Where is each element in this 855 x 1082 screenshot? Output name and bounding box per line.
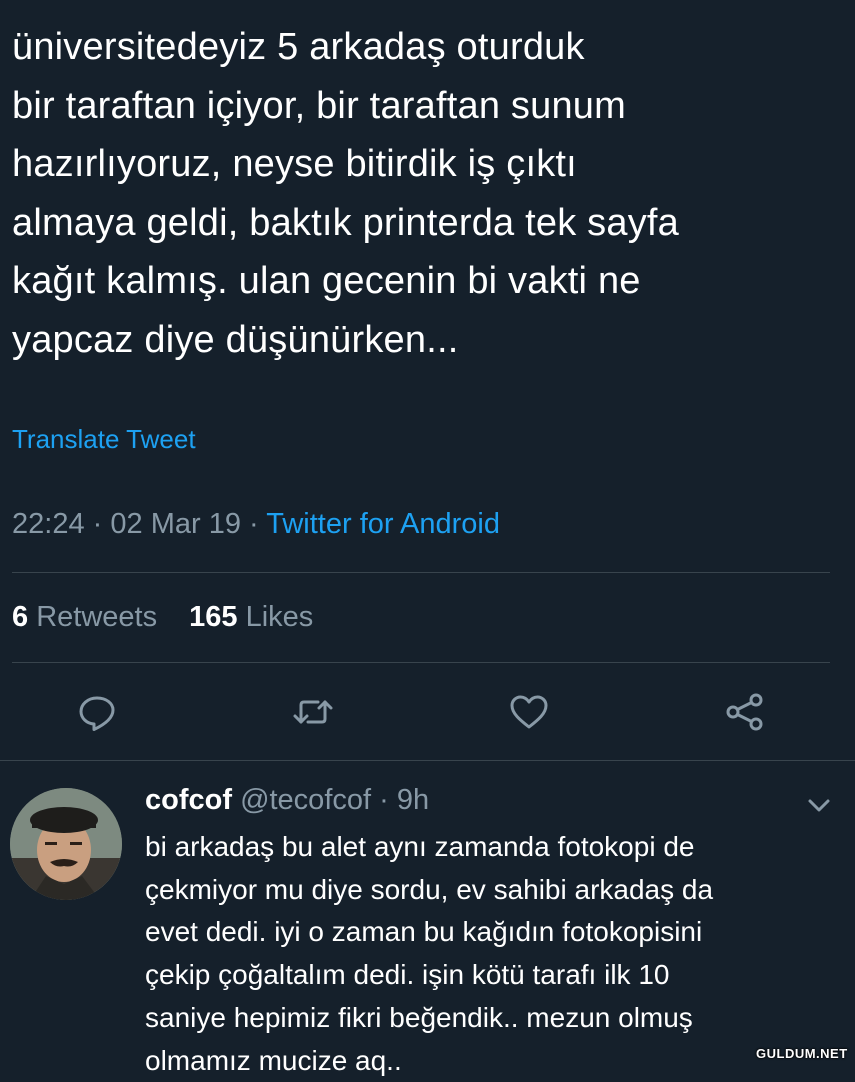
divider [0,760,855,761]
chevron-down-icon [808,799,830,812]
retweet-button[interactable] [291,690,335,734]
reply-time: 9h [396,784,430,816]
translate-tweet-link[interactable]: Translate Tweet [12,424,196,455]
reply-author-name[interactable]: cofcof [145,784,232,816]
reply-button[interactable] [75,690,119,734]
likes-count: 165 [189,601,238,633]
share-icon [726,693,763,731]
tweet-stats: 6 Retweets 165 Likes [12,601,313,634]
reply-separator: · [379,784,389,816]
reply-author-handle[interactable]: @tecofcof [240,784,371,816]
retweet-icon [293,700,333,724]
tweet-date: 02 Mar 19 [110,508,241,540]
share-button[interactable] [723,690,767,734]
like-icon [510,695,548,729]
tweet-source-link[interactable]: Twitter for Android [266,508,500,540]
retweets-label: Retweets [36,601,158,633]
like-button[interactable] [507,690,551,734]
retweets-stat[interactable]: 6 Retweets [12,601,157,633]
divider [12,572,830,573]
avatar[interactable] [10,788,122,900]
tweet-text: üniversitedeyiz 5 arkadaş oturduk bir ta… [12,26,680,361]
reply-text: bi arkadaş bu alet aynı zamanda fotokopi… [145,831,714,1076]
tweet-time: 22:24 [12,508,85,540]
divider [12,662,830,663]
likes-stat[interactable]: 165 Likes [189,601,313,633]
watermark: GULDUM.NET [756,1046,848,1061]
likes-label: Likes [245,601,314,633]
tweet-meta: 22:24 · 02 Mar 19 · Twitter for Android [12,508,500,541]
avatar-image [10,788,122,900]
meta-separator: · [249,508,259,540]
tweet-actions-bar [0,690,855,738]
retweets-count: 6 [12,601,29,633]
reply-menu-button[interactable] [806,792,832,818]
reply-header: cofcof @tecofcof · 9h [145,784,429,817]
meta-separator: · [92,508,103,540]
reply-icon [79,696,115,731]
